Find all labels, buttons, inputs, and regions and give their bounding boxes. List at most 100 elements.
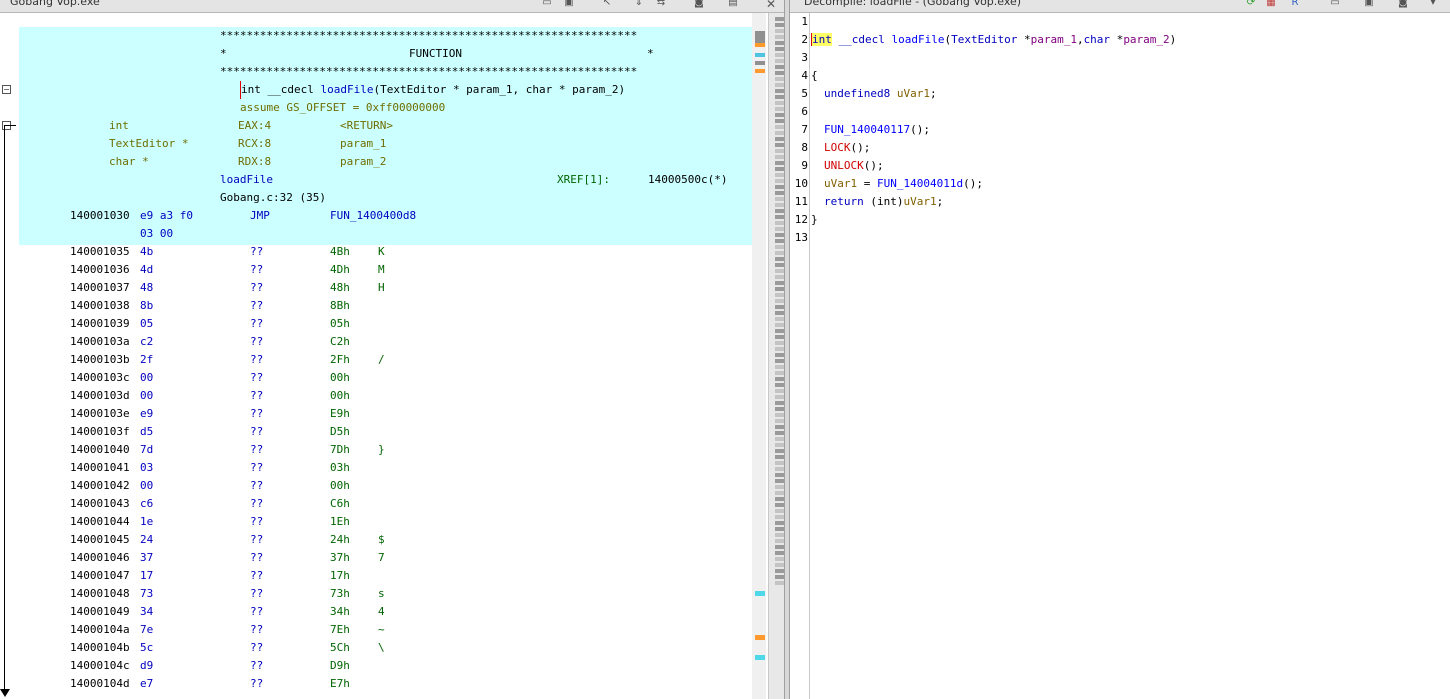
jmp-address[interactable]: 140001030 <box>70 207 130 225</box>
snapshot-decomp-icon[interactable]: ▣ <box>1362 0 1376 9</box>
row-address[interactable]: 14000103d <box>70 387 130 405</box>
row-address[interactable]: 14000104d <box>70 675 130 693</box>
row-byte: 2f <box>140 353 154 366</box>
code-line-decl[interactable]: undefined8 uVar1; <box>824 85 937 103</box>
row-value: 5Ch <box>330 641 350 654</box>
row-address[interactable]: 140001036 <box>70 261 130 279</box>
function-name[interactable]: loadFile <box>891 33 944 46</box>
decl-var[interactable]: uVar1 <box>897 87 930 100</box>
row-address[interactable]: 140001046 <box>70 549 130 567</box>
var-name[interactable]: param_2 <box>340 153 386 171</box>
row-address[interactable]: 14000103c <box>70 369 130 387</box>
row-address[interactable]: 140001041 <box>70 459 130 477</box>
row-address[interactable]: 14000104a <box>70 621 130 639</box>
listing-pane[interactable]: − − ************************************… <box>0 13 784 699</box>
row-address[interactable]: 14000103e <box>70 405 130 423</box>
row-address[interactable]: 140001047 <box>70 567 130 585</box>
row-address[interactable]: 140001048 <box>70 585 130 603</box>
code-line-return[interactable]: return (int)uVar1; <box>824 193 943 211</box>
row-byte: 5c <box>140 641 154 654</box>
param-name[interactable]: param_1 <box>1031 33 1077 46</box>
edit-icon[interactable]: ▤ <box>726 0 740 9</box>
code-line-unlock[interactable]: UNLOCK(); <box>824 157 884 175</box>
entropy-marker <box>775 551 784 555</box>
menu-icon[interactable]: ▾ <box>1426 0 1440 9</box>
camera-icon[interactable]: ◙ <box>1396 0 1410 9</box>
code-line-call1[interactable]: FUN_140040117(); <box>824 121 930 139</box>
code-line-assign[interactable]: uVar1 = FUN_14004011d(); <box>824 175 983 193</box>
row-value: 7Eh <box>330 623 350 636</box>
row-address[interactable]: 140001049 <box>70 603 130 621</box>
function-label[interactable]: loadFile <box>220 171 273 189</box>
var-name[interactable]: param_1 <box>340 135 386 153</box>
copy-decomp-icon[interactable]: ▭ <box>1328 0 1342 9</box>
split-icon[interactable]: ⇕ <box>632 0 646 9</box>
row-address[interactable]: 140001040 <box>70 441 130 459</box>
overview-bar[interactable] <box>752 13 766 699</box>
decl-type[interactable]: undefined8 <box>824 87 890 100</box>
function-signature[interactable]: int __cdecl loadFile(TextEditor * param_… <box>240 81 625 99</box>
decompile-pane[interactable]: 1 2 3 4 5 6 7 8 9 10 11 12 13 int __cdecl loadFile(T… <box>790 13 1450 699</box>
row-address[interactable]: 140001035 <box>70 243 130 261</box>
entropy-bar[interactable] <box>768 13 784 699</box>
unlock-macro[interactable]: UNLOCK <box>824 159 864 172</box>
call-name[interactable]: FUN_14004011d <box>877 177 963 190</box>
return-type[interactable]: int <box>811 33 832 46</box>
copy-icon[interactable]: ▭ <box>540 0 554 9</box>
signature-name[interactable]: loadFile <box>320 83 373 96</box>
row-mnemonic: ?? <box>250 641 264 654</box>
entropy-marker <box>775 221 784 225</box>
diff-icon[interactable]: ⇆ <box>654 0 668 9</box>
close-icon[interactable]: ✕ <box>764 0 778 10</box>
call-tail: (); <box>963 177 983 190</box>
graph-icon[interactable]: ▦ <box>1264 0 1278 9</box>
row-address[interactable]: 14000104b <box>70 639 130 657</box>
listing-body[interactable]: ****************************************… <box>19 13 752 699</box>
entropy-marker <box>775 89 784 93</box>
collapse-icon[interactable]: − <box>2 85 11 94</box>
row-address[interactable]: 140001038 <box>70 297 130 315</box>
var-type: char * <box>109 155 149 168</box>
row-value: 05h <box>330 317 350 330</box>
row-byte: 4d <box>140 263 154 276</box>
row-address[interactable]: 14000104c <box>70 657 130 675</box>
paste-icon[interactable]: ▣ <box>562 0 576 9</box>
row-address[interactable]: 140001045 <box>70 531 130 549</box>
entropy-marker <box>775 455 784 459</box>
code-line-lock[interactable]: LOCK(); <box>824 139 870 157</box>
assign-var[interactable]: uVar1 <box>824 177 857 190</box>
row-address[interactable]: 140001042 <box>70 477 130 495</box>
entropy-marker <box>775 545 784 549</box>
jmp-mnemonic[interactable]: JMP <box>250 207 270 225</box>
param-type[interactable]: char <box>1084 33 1111 46</box>
row-char: $ <box>378 533 385 546</box>
entropy-marker <box>775 47 784 51</box>
entropy-marker <box>775 95 784 99</box>
refresh-icon[interactable]: ⟳ <box>1244 0 1258 9</box>
code-line-signature[interactable]: int __cdecl loadFile(TextEditor *param_1… <box>811 31 1176 49</box>
row-address[interactable]: 14000103a <box>70 333 130 351</box>
row-address[interactable]: 140001044 <box>70 513 130 531</box>
call-name[interactable]: FUN_140040117 <box>824 123 910 136</box>
cursor-icon[interactable]: ↖ <box>600 0 614 9</box>
jmp-operand[interactable]: FUN_1400400d8 <box>330 207 416 225</box>
row-address[interactable]: 140001039 <box>70 315 130 333</box>
row-address[interactable]: 140001037 <box>70 279 130 297</box>
row-address[interactable]: 14000103f <box>70 423 130 441</box>
flow-arrow-start <box>4 125 16 126</box>
snapshot-icon[interactable]: ◙ <box>692 0 706 9</box>
xref-value[interactable]: 14000500c(*) <box>648 171 727 189</box>
entropy-marker <box>775 335 784 339</box>
lock-macro[interactable]: LOCK <box>824 141 851 154</box>
semicolon: ; <box>936 195 944 208</box>
overview-marker <box>755 591 765 596</box>
row-address[interactable]: 14000103b <box>70 351 130 369</box>
return-var[interactable]: uVar1 <box>904 195 937 208</box>
row-address[interactable]: 140001043 <box>70 495 130 513</box>
param-type[interactable]: TextEditor <box>951 33 1017 46</box>
param-name[interactable]: param_2 <box>1123 33 1169 46</box>
row-mnemonic: ?? <box>250 317 264 330</box>
var-name[interactable]: <RETURN> <box>340 117 393 135</box>
row-byte: 05 <box>140 317 154 330</box>
export-icon[interactable]: R <box>1288 0 1302 9</box>
